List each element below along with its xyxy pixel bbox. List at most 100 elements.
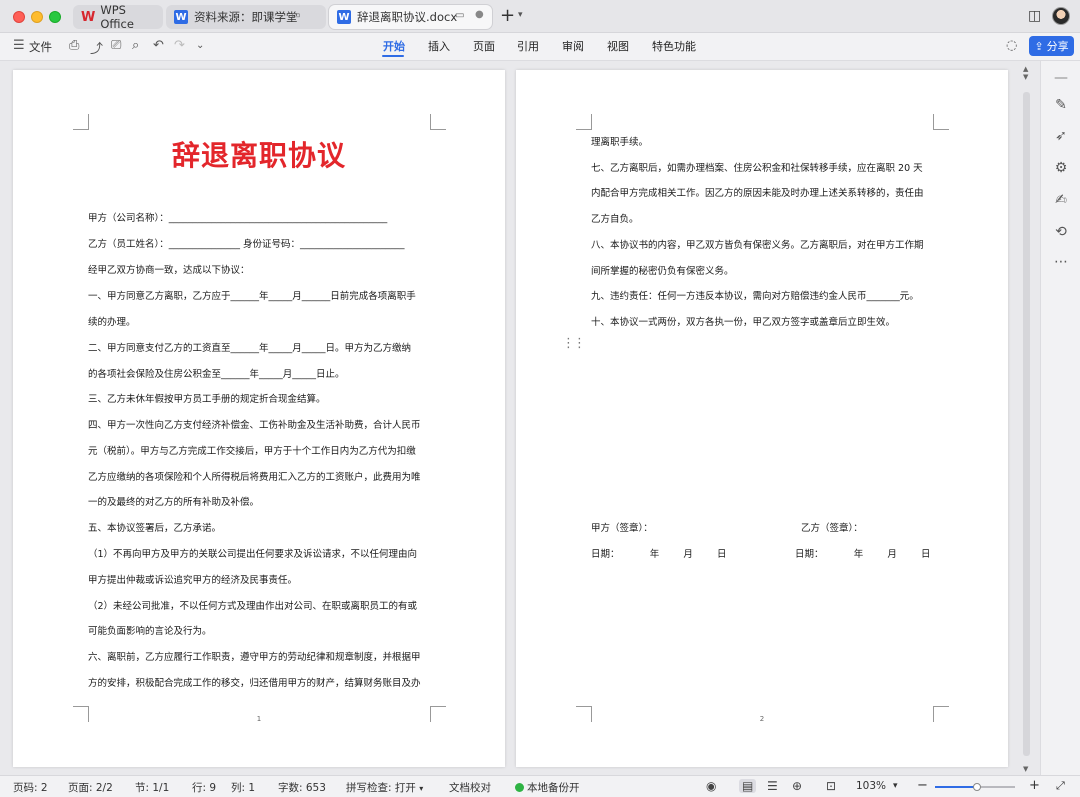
paragraph-line[interactable]: 方的安排，积极配合完成工作的移交，归还借用甲方的财产，结算财务账目及办 [88, 677, 433, 691]
history-icon[interactable]: ⟲ [1051, 224, 1071, 240]
paragraph-line[interactable]: 六、离职前，乙方应履行工作职责，遵守甲方的劳动纪律和规章制度，并根据甲 [88, 651, 433, 665]
signature-party-b[interactable]: 乙方（签章）： [801, 522, 941, 536]
paragraph-line[interactable]: 十、本协议一式两份，双方各执一份，甲乙双方签字或盖章后立即生效。 [591, 316, 936, 330]
paragraph-line[interactable]: 九、违约责任：任何一方违反本协议，需向对方赔偿违约金人民币_______元。 [591, 290, 936, 304]
maximize-window-button[interactable] [49, 11, 61, 23]
status-row[interactable]: 行: 9 [192, 780, 216, 795]
zoom-level[interactable]: 103% [856, 780, 886, 792]
paragraph-line[interactable]: 乙方（员工姓名）：_______________ 身份证号码：_________… [88, 238, 433, 252]
paragraph-line[interactable]: 乙方自负。 [591, 213, 936, 227]
status-proofread[interactable]: 文档校对 [449, 780, 491, 795]
status-column[interactable]: 列: 1 [231, 780, 255, 795]
export-icon[interactable]: ⤴ [90, 38, 103, 57]
paragraph-line[interactable]: 内配合甲方完成相关工作。因乙方的原因未能及时办理上述关系转移的，责任由 [591, 187, 936, 201]
paragraph-line[interactable]: 经甲乙双方协商一致，达成以下协议： [88, 264, 433, 278]
tab-source-doc[interactable]: W 资料来源：即课学堂 ▭ [166, 5, 326, 29]
zoom-out-icon[interactable]: − [917, 778, 928, 793]
adjust-sliders-icon[interactable]: ⚙ [1051, 160, 1071, 176]
paragraph-line[interactable]: 间所掌握的秘密仍负有保密义务。 [591, 265, 936, 279]
margin-mark [576, 114, 592, 130]
chevron-down-icon[interactable]: ▾ [518, 10, 523, 20]
paragraph-line[interactable]: 二、甲方同意支付乙方的工资直至______年_____月_____日。甲方为乙方… [88, 342, 433, 356]
paragraph-line[interactable]: 理离职手续。 [591, 136, 936, 150]
paragraph-line[interactable]: （2）未经公司批准，不以任何方式及理由作出对公司、在职或离职员工的有或 [88, 600, 433, 614]
paragraph-line[interactable]: 甲方提出仲裁或诉讼追究甲方的经济及民事责任。 [88, 574, 433, 588]
tab-home[interactable]: 开始 [383, 38, 405, 54]
paragraph-line[interactable]: 四、甲方一次性向乙方支付经济补偿金、工伤补助金及生活补助费，合计人民币 [88, 419, 433, 433]
paragraph-line[interactable]: （1）不再向甲方及甲方的关联公司提出任何要求及诉讼请求，不以任何理由向 [88, 548, 433, 562]
status-backup[interactable]: 本地备份开 [515, 780, 580, 795]
tab-references[interactable]: 引用 [517, 38, 539, 54]
paragraph-line[interactable]: 三、乙方未休年假按甲方员工手册的规定折合现金结算。 [88, 393, 433, 407]
more-icon[interactable]: ⋯ [1051, 254, 1071, 270]
pen-icon[interactable]: ✎ [1051, 97, 1071, 113]
file-menu[interactable]: 文件 [29, 39, 52, 55]
paragraph-line[interactable]: 元（税前）。甲方与乙方完成工作交接后，甲方于十个工作日内为乙方代为扣缴 [88, 445, 433, 459]
page-view-icon[interactable]: ▤ [739, 779, 757, 793]
undo-icon[interactable]: ↶ [153, 38, 164, 53]
collapse-panel-icon[interactable]: — [1051, 70, 1071, 86]
zoom-in-icon[interactable]: + [1029, 778, 1040, 793]
share-button[interactable]: ⇪ 分享 [1029, 36, 1074, 56]
status-spellcheck[interactable]: 拼写检查: 打开 ▾ [346, 780, 423, 795]
paragraph-line[interactable]: 可能负面影响的言论及行为。 [88, 625, 433, 639]
fullscreen-icon[interactable]: ⤢ [1056, 779, 1065, 793]
tab-view[interactable]: 视图 [607, 38, 629, 54]
paragraph-line[interactable]: 续的办理。 [88, 316, 433, 330]
status-bar: 页码: 2 页面: 2/2 节: 1/1 行: 9 列: 1 字数: 653 拼… [0, 775, 1080, 797]
tab-review[interactable]: 审阅 [562, 38, 584, 54]
tab-features[interactable]: 特色功能 [652, 38, 696, 54]
outline-view-icon[interactable]: ☰ [767, 779, 778, 793]
paragraph-line[interactable]: 乙方应缴纳的各项保险和个人所得税后将费用汇入乙方的工资账户，此费用为唯 [88, 471, 433, 485]
chevron-down-icon[interactable]: ⌄ [196, 40, 204, 51]
signature-icon[interactable]: ✍ [1051, 192, 1071, 208]
signature-party-a[interactable]: 甲方（签章）： [591, 522, 751, 536]
paragraph-line[interactable]: 七、乙方离职后，如需办理档案、住房公积金和社保转移手续，应在离职 20 天 [591, 162, 936, 176]
document-page-2[interactable]: 理离职手续。 七、乙方离职后，如需办理档案、住房公积金和社保转移手续，应在离职 … [516, 70, 1008, 767]
paragraph-line[interactable]: 五、本协议签署后，乙方承诺。 [88, 522, 433, 536]
tab-insert[interactable]: 插入 [428, 38, 450, 54]
zoom-slider-handle[interactable] [972, 783, 981, 791]
document-page-1[interactable]: 辞退离职协议 甲方（公司名称）：________________________… [13, 70, 505, 767]
tab-current-doc[interactable]: W 辞退离职协议.docx ▭ ● [329, 5, 492, 29]
date-party-a[interactable]: 日期： 年 月 日 [591, 548, 771, 562]
word-doc-icon: W [174, 10, 188, 24]
paragraph-line[interactable]: 的各项社会保险及住房公积金至______年_____月_____日止。 [88, 368, 433, 382]
new-tab-plus-icon[interactable]: + [500, 7, 515, 25]
avatar[interactable] [1052, 7, 1070, 25]
status-word-count[interactable]: 字数: 653 [278, 780, 326, 795]
status-page-code[interactable]: 页码: 2 [13, 780, 48, 795]
hamburger-menu-icon[interactable]: ☰ [13, 38, 25, 53]
web-view-icon[interactable]: ⊕ [792, 779, 802, 793]
status-pages[interactable]: 页面: 2/2 [68, 780, 113, 795]
zoom-slider[interactable] [935, 783, 1015, 791]
scroll-down-small-icon[interactable]: ▼ [1023, 73, 1028, 81]
close-window-button[interactable] [13, 11, 25, 23]
drag-handle-icon[interactable]: ⋮⋮ [562, 337, 586, 350]
tab-page[interactable]: 页面 [473, 38, 495, 54]
tab-wps-office[interactable]: W WPS Office [73, 3, 163, 31]
status-section[interactable]: 节: 1/1 [135, 780, 169, 795]
save-icon[interactable]: ⎙ [69, 38, 79, 53]
vertical-scrollbar[interactable] [1023, 92, 1030, 756]
print-icon[interactable]: ⎚ [111, 38, 121, 53]
minimize-window-button[interactable] [31, 11, 43, 23]
scroll-up-icon[interactable]: ▲ [1023, 65, 1028, 73]
redo-icon[interactable]: ↷ [174, 38, 185, 53]
comment-icon[interactable]: ◌ [1006, 38, 1017, 53]
zoom-dropdown-icon[interactable]: ▾ [893, 781, 898, 791]
scroll-down-icon[interactable]: ▼ [1023, 765, 1028, 773]
layout-toggle-icon[interactable]: ◫ [1028, 8, 1041, 24]
document-title[interactable]: 辞退离职协议 [13, 134, 505, 174]
unsaved-dot-icon[interactable]: ● [475, 9, 484, 20]
date-party-b[interactable]: 日期： 年 月 日 [795, 548, 955, 562]
fit-window-icon[interactable]: ⊡ [826, 779, 836, 793]
document-canvas[interactable]: 辞退离职协议 甲方（公司名称）：________________________… [0, 61, 1040, 775]
paragraph-line[interactable]: 八、本协议书的内容，甲乙双方皆负有保密义务。乙方离职后，对在甲方工作期 [591, 239, 936, 253]
paragraph-line[interactable]: 一的及最终的对乙方的所有补助及补偿。 [88, 496, 433, 510]
eye-icon[interactable]: ◉ [706, 779, 716, 793]
paragraph-line[interactable]: 甲方（公司名称）：_______________________________… [88, 212, 433, 226]
paragraph-line[interactable]: 一、甲方同意乙方离职，乙方应于______年_____月______日前完成各项… [88, 290, 433, 304]
cursor-select-icon[interactable]: ➶ [1051, 128, 1071, 144]
print-preview-icon[interactable]: ⌕ [132, 38, 139, 53]
